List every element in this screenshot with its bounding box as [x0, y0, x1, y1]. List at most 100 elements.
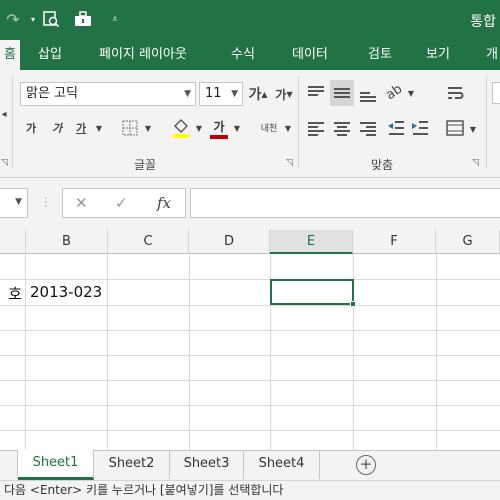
increase-indent-icon[interactable] [410, 118, 430, 138]
bold-button[interactable]: 가 [20, 118, 42, 138]
formula-bar: ▼ ⋮ ✕ ✓ fx [0, 178, 500, 230]
tab-data[interactable]: 데이터 [292, 40, 328, 70]
number-format-box[interactable] [492, 82, 500, 104]
window-title: 통합 [470, 14, 496, 30]
sheet-tab-bar: Sheet1 Sheet2 Sheet3 Sheet4 + [0, 450, 500, 480]
add-sheet-icon[interactable]: + [356, 455, 376, 475]
print-preview-icon[interactable] [40, 8, 62, 30]
formula-input[interactable] [190, 188, 500, 218]
alignment-launcher-icon[interactable]: ◹ [472, 158, 479, 168]
orientation-icon[interactable]: ab [380, 78, 408, 106]
insert-function-button[interactable]: fx [157, 194, 171, 212]
chevron-down-icon[interactable]: ▼ [231, 83, 238, 105]
chevron-down-icon[interactable]: ▼ [143, 120, 153, 136]
column-line [25, 254, 26, 450]
cell-b2[interactable]: 2013-023 [30, 283, 102, 301]
chevron-down-icon[interactable]: ▼ [15, 197, 22, 207]
font-size-value: 11 [205, 86, 222, 101]
align-right-icon[interactable] [360, 120, 376, 138]
font-name-box[interactable]: 맑은 고딕 ▼ [20, 82, 196, 106]
clipboard-arrow-icon[interactable]: ◂ [0, 106, 8, 122]
selected-cell-e2[interactable] [270, 279, 354, 305]
align-left-icon[interactable] [308, 120, 324, 138]
sheet-tab-sheet4[interactable]: Sheet4 [244, 451, 320, 479]
italic-button[interactable]: 가 [46, 118, 68, 138]
column-header-e[interactable]: E [270, 230, 353, 254]
align-top-icon[interactable] [308, 84, 324, 98]
cell-a2[interactable]: 호 [0, 283, 25, 304]
shrink-font-button[interactable]: 가 ▼ [274, 83, 294, 105]
row-line [0, 405, 500, 406]
border-icon[interactable] [120, 118, 140, 138]
font-name-value: 맑은 고딕 [26, 86, 78, 101]
row-line [0, 380, 500, 381]
tab-developer[interactable]: 개 [486, 40, 498, 70]
wrap-text-icon[interactable] [444, 82, 466, 104]
column-header-g[interactable]: G [436, 230, 500, 254]
chevron-down-icon[interactable]: ▼ [283, 120, 293, 136]
tab-home[interactable]: 홈 [0, 40, 20, 70]
chevron-down-icon[interactable]: ▼ [406, 86, 416, 100]
phonetic-button[interactable]: 내천 [256, 116, 282, 138]
align-middle-icon [334, 86, 350, 100]
decrease-indent-icon[interactable] [386, 118, 406, 138]
underline-button[interactable]: 가 [70, 118, 92, 138]
font-color-button[interactable]: 가 [208, 116, 230, 140]
column-header-a[interactable] [0, 230, 26, 254]
cancel-button[interactable]: ✕ [75, 194, 88, 212]
font-group-label: 글꼴 [134, 158, 157, 172]
sheet-tab-sheet2[interactable]: Sheet2 [94, 451, 170, 479]
sheet-tab-sheet3[interactable]: Sheet3 [170, 451, 244, 479]
redo-icon[interactable]: ↷ [2, 8, 24, 30]
chevron-down-icon[interactable]: ▼ [194, 120, 204, 136]
enter-button[interactable]: ✓ [115, 194, 128, 212]
column-header-c[interactable]: C [108, 230, 189, 254]
row-line [0, 355, 500, 356]
ribbon-tabs: 홈 삽입 페이지 레이아웃 수식 데이터 검토 보기 개 [0, 40, 500, 70]
alignment-group-label: 맞춤 [371, 158, 394, 172]
column-header-b[interactable]: B [26, 230, 108, 254]
column-line [107, 254, 108, 450]
tab-formulas[interactable]: 수식 [231, 40, 255, 70]
excel-window: ↷ ▾ ⩡ 통합 홈 삽입 페이지 레이아웃 수식 데이터 검토 보기 개 ◂ … [0, 0, 500, 500]
formula-buttons: ✕ ✓ fx [62, 188, 186, 218]
align-center-icon[interactable] [334, 120, 350, 138]
row-line [0, 279, 500, 280]
merge-center-icon[interactable] [444, 118, 466, 138]
font-launcher-icon[interactable]: ◹ [286, 158, 293, 168]
customize-qat-icon[interactable]: ⩡ [104, 8, 126, 30]
row-line [0, 305, 500, 306]
font-color-swatch [210, 134, 228, 139]
tab-insert[interactable]: 삽입 [38, 40, 62, 70]
align-bottom-icon[interactable] [360, 90, 376, 104]
ribbon-home: ◂ ◹ 맑은 고딕 ▼ 11 ▼ 가 ▲ 가 ▼ 가 가 가 ▼ ▼ ▼ 가 ▼ 내… [0, 70, 500, 178]
row-line [0, 330, 500, 331]
name-box[interactable]: ▼ [0, 188, 28, 218]
title-bar: ↷ ▾ ⩡ 통합 [0, 0, 500, 40]
group-separator [298, 76, 299, 168]
chevron-down-icon[interactable]: ▼ [94, 120, 104, 136]
column-line [189, 254, 190, 450]
tab-page-layout[interactable]: 페이지 레이아웃 [99, 40, 187, 70]
grow-font-button[interactable]: 가 ▲ [248, 83, 268, 105]
column-header-f[interactable]: F [353, 230, 436, 254]
column-line [436, 254, 437, 450]
fill-color-icon[interactable] [170, 116, 192, 140]
font-size-box[interactable]: 11 ▼ [199, 82, 243, 106]
sheet-nav[interactable] [0, 451, 18, 479]
toolbox-icon[interactable] [72, 8, 94, 30]
sheet-tab-sheet1[interactable]: Sheet1 [18, 450, 94, 480]
group-separator [12, 76, 13, 168]
status-bar: 다음 <Enter> 키를 누르거나 [붙여넣기]를 선택합니다 [0, 480, 500, 500]
tab-review[interactable]: 검토 [368, 40, 392, 70]
tab-view[interactable]: 보기 [426, 40, 450, 70]
column-header-d[interactable]: D [189, 230, 270, 254]
fill-handle[interactable] [350, 301, 356, 307]
chevron-down-icon[interactable]: ▼ [468, 122, 478, 136]
group-separator [486, 76, 487, 168]
row-line [0, 430, 500, 431]
chevron-down-icon[interactable]: ▼ [184, 83, 191, 105]
drag-handle-icon[interactable]: ⋮ [40, 195, 52, 209]
chevron-down-icon[interactable]: ▼ [232, 120, 242, 136]
clipboard-launcher-icon[interactable]: ◹ [1, 158, 8, 168]
